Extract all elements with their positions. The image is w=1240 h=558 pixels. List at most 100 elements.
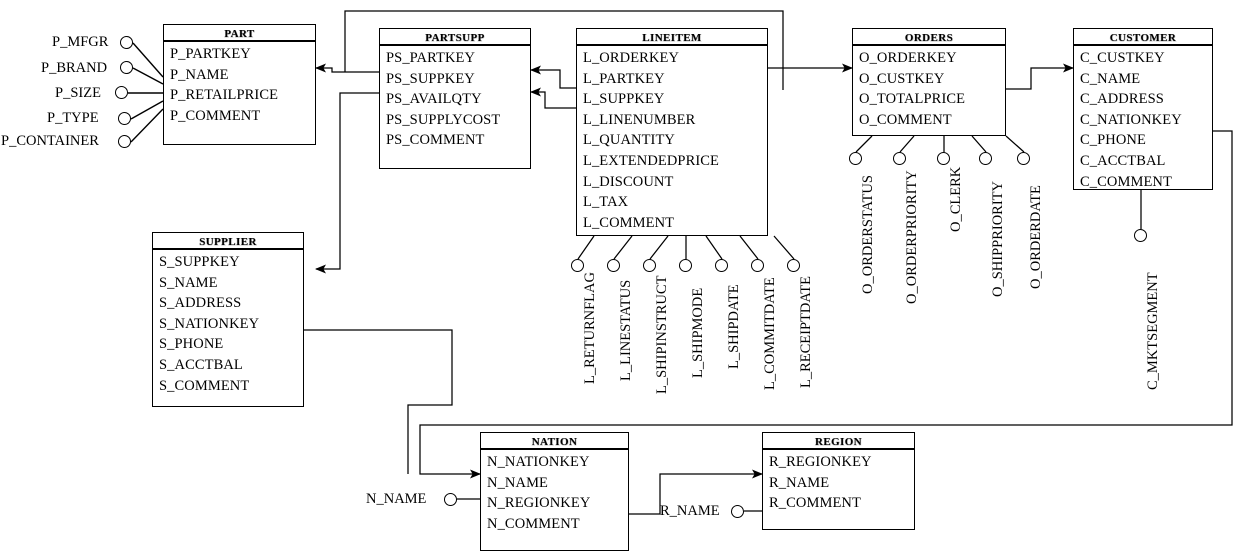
attribute-label-l-commitdate: L_COMMITDATE — [762, 277, 778, 390]
attribute: S_NAME — [159, 274, 218, 291]
attribute: O_ORDERKEY — [859, 50, 957, 66]
attribute-oval-l-shipmode — [679, 259, 692, 272]
attribute-label-l-shipmode: L_SHIPMODE — [690, 287, 706, 378]
attribute: O_COMMENT — [859, 111, 952, 128]
entity-partsupp-attributes: PS_PARTKEY PS_SUPPKEY PS_AVAILQTY PS_SUP… — [380, 46, 530, 155]
attribute: P_NAME — [170, 66, 229, 83]
attribute: PS_SUPPKEY — [386, 70, 475, 87]
attribute-oval-l-shipinstruct — [643, 259, 656, 272]
entity-orders-title: ORDERS — [853, 29, 1005, 46]
attribute: O_CUSTKEY — [859, 70, 945, 87]
attribute: L_PARTKEY — [583, 70, 665, 87]
attribute: C_ACCTBAL — [1080, 152, 1166, 169]
entity-region[interactable]: REGION R_REGIONKEY R_NAME R_COMMENT — [762, 432, 915, 530]
attribute: S_SUPPKEY — [159, 254, 240, 270]
attribute: S_ACCTBAL — [159, 356, 243, 373]
entity-partsupp-title: PARTSUPP — [380, 29, 530, 46]
attribute: C_NATIONKEY — [1080, 111, 1182, 128]
attribute-label-l-shipinstruct: L_SHIPINSTRUCT — [654, 275, 670, 394]
attribute: S_PHONE — [159, 336, 224, 353]
entity-part-attributes: P_PARTKEY P_NAME P_RETAILPRICE P_COMMENT — [164, 42, 315, 130]
attribute-label-r-name: R_NAME — [660, 503, 720, 519]
entity-orders-attributes: O_ORDERKEY O_CUSTKEY O_TOTALPRICE O_COMM… — [853, 46, 1005, 134]
attribute-oval-l-linestatus — [607, 259, 620, 272]
entity-nation-attributes: N_NATIONKEY N_NAME N_REGIONKEY N_COMMENT — [481, 450, 628, 538]
attribute-oval-o-orderpriority — [893, 152, 906, 165]
attribute-oval-o-shippriority — [979, 152, 992, 165]
attribute-oval-c-mktsegment — [1134, 229, 1147, 242]
er-diagram-canvas: PART P_PARTKEY P_NAME P_RETAILPRICE P_CO… — [0, 0, 1240, 558]
attribute-oval-l-receiptdate — [787, 259, 800, 272]
attribute-oval-l-shipdate — [715, 259, 728, 272]
attribute: S_COMMENT — [159, 377, 250, 394]
attribute-oval-o-clerk — [937, 152, 950, 165]
attribute: N_COMMENT — [487, 515, 580, 532]
entity-lineitem-attributes: L_ORDERKEY L_PARTKEY L_SUPPKEY L_LINENUM… — [577, 46, 767, 237]
attribute-oval-o-orderstatus — [849, 152, 862, 165]
attribute: L_TAX — [583, 194, 629, 211]
attribute: R_COMMENT — [769, 495, 861, 512]
entity-part-title: PART — [164, 25, 315, 42]
attribute: L_EXTENDEDPRICE — [583, 152, 720, 169]
entity-supplier-attributes: S_SUPPKEY S_NAME S_ADDRESS S_NATIONKEY S… — [153, 250, 303, 400]
attribute: P_RETAILPRICE — [170, 87, 279, 104]
attribute-label-p-brand: P_BRAND — [41, 60, 108, 76]
attribute: S_NATIONKEY — [159, 315, 260, 332]
attribute-oval-p-mfgr — [120, 36, 133, 49]
attribute-oval-p-container — [118, 135, 131, 148]
attribute: P_PARTKEY — [170, 46, 251, 62]
entity-region-attributes: R_REGIONKEY R_NAME R_COMMENT — [763, 450, 914, 518]
attribute: C_ADDRESS — [1080, 91, 1164, 108]
attribute-label-p-size: P_SIZE — [55, 85, 101, 101]
attribute-oval-p-brand — [120, 61, 133, 74]
attribute-label-o-orderdate: O_ORDERDATE — [1028, 185, 1044, 289]
entity-nation-title: NATION — [481, 433, 628, 450]
entity-lineitem[interactable]: LINEITEM L_ORDERKEY L_PARTKEY L_SUPPKEY … — [576, 28, 768, 236]
attribute-label-n-name: N_NAME — [366, 491, 427, 507]
entity-part[interactable]: PART P_PARTKEY P_NAME P_RETAILPRICE P_CO… — [163, 24, 316, 145]
entity-customer[interactable]: CUSTOMER C_CUSTKEY C_NAME C_ADDRESS C_NA… — [1073, 28, 1213, 190]
attribute: C_COMMENT — [1080, 173, 1172, 190]
attribute: PS_SUPPLYCOST — [386, 111, 501, 128]
attribute-oval-l-commitdate — [751, 259, 764, 272]
attribute: N_REGIONKEY — [487, 495, 591, 512]
entity-supplier[interactable]: SUPPLIER S_SUPPKEY S_NAME S_ADDRESS S_NA… — [152, 232, 304, 407]
entity-supplier-title: SUPPLIER — [153, 233, 303, 250]
attribute: R_REGIONKEY — [769, 454, 872, 470]
attribute: C_PHONE — [1080, 132, 1146, 149]
entity-nation[interactable]: NATION N_NATIONKEY N_NAME N_REGIONKEY N_… — [480, 432, 629, 551]
attribute-oval-l-returnflag — [571, 259, 584, 272]
attribute-label-c-mktsegment: C_MKTSEGMENT — [1145, 272, 1161, 390]
attribute: C_CUSTKEY — [1080, 50, 1165, 66]
attribute: N_NATIONKEY — [487, 454, 590, 470]
attribute: L_SUPPKEY — [583, 91, 665, 108]
attribute: PS_COMMENT — [386, 132, 485, 149]
attribute: PS_AVAILQTY — [386, 91, 482, 108]
attribute-oval-n-name — [444, 493, 457, 506]
attribute: P_COMMENT — [170, 107, 261, 124]
attribute: O_TOTALPRICE — [859, 91, 966, 108]
attribute-label-p-type: P_TYPE — [47, 110, 99, 126]
attribute-label-p-container: P_CONTAINER — [1, 133, 99, 149]
entity-orders[interactable]: ORDERS O_ORDERKEY O_CUSTKEY O_TOTALPRICE… — [852, 28, 1006, 136]
entity-lineitem-title: LINEITEM — [577, 29, 767, 46]
attribute-label-l-shipdate: L_SHIPDATE — [726, 284, 742, 369]
attribute: N_NAME — [487, 474, 549, 491]
entity-customer-title: CUSTOMER — [1074, 29, 1212, 46]
attribute-label-o-orderpriority: O_ORDERPRIORITY — [904, 170, 920, 304]
attribute-label-o-shippriority: O_SHIPPRIORITY — [990, 180, 1006, 297]
attribute: L_QUANTITY — [583, 132, 676, 149]
attribute: R_NAME — [769, 474, 830, 491]
attribute: L_LINENUMBER — [583, 111, 696, 128]
entity-region-title: REGION — [763, 433, 914, 450]
attribute-oval-o-orderdate — [1017, 152, 1030, 165]
attribute-label-l-linestatus: L_LINESTATUS — [618, 279, 634, 381]
attribute: PS_PARTKEY — [386, 50, 476, 66]
attribute: L_DISCOUNT — [583, 173, 674, 190]
attribute-label-l-receiptdate: L_RECEIPTDATE — [798, 276, 814, 388]
attribute: S_ADDRESS — [159, 295, 242, 312]
attribute-label-o-orderstatus: O_ORDERSTATUS — [860, 175, 876, 294]
attribute: L_ORDERKEY — [583, 50, 680, 66]
entity-partsupp[interactable]: PARTSUPP PS_PARTKEY PS_SUPPKEY PS_AVAILQ… — [379, 28, 531, 169]
attribute: L_COMMENT — [583, 214, 675, 231]
